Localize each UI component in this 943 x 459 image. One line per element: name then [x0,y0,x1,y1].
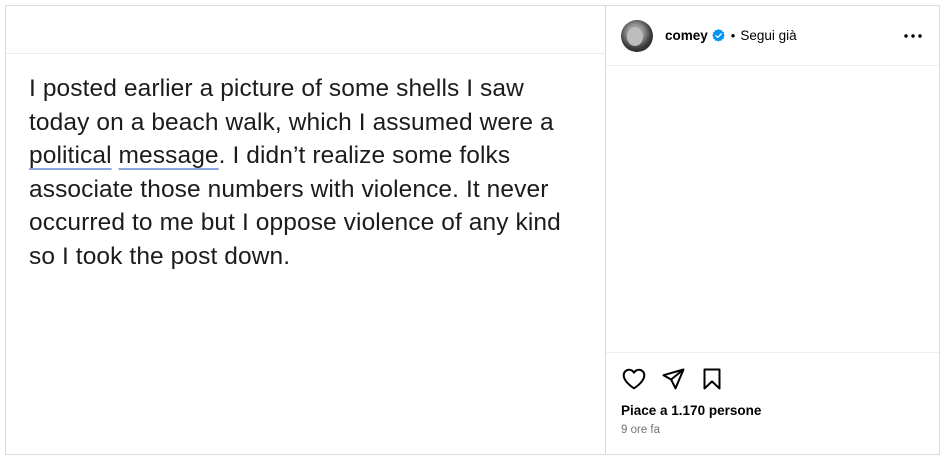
action-bar [621,365,923,393]
post-image[interactable]: I posted earlier a picture of some shell… [6,6,606,454]
post-footer: Piace a 1.170 persone 9 ore fa [606,352,939,454]
post-header: comey • Segui già [606,6,939,66]
post-card: I posted earlier a picture of some shell… [5,5,940,455]
following-button[interactable]: Segui già [740,28,796,43]
avatar-face [627,26,643,46]
image-text-segment: I posted earlier a picture of some shell… [29,75,554,136]
image-text-underlined-segment: message [118,142,219,169]
share-icon[interactable] [660,366,686,392]
heart-icon[interactable] [621,366,647,392]
verified-badge-icon [711,29,725,42]
avatar[interactable] [621,19,653,52]
post-sidebar: comey • Segui già Piace a 1.170 persone … [606,6,939,454]
separator-dot: • [730,28,736,43]
bookmark-icon[interactable] [699,366,725,392]
image-top-band [6,6,605,54]
image-text-underlined-segment: political [29,142,112,169]
image-text-segment [112,142,119,169]
image-text: I posted earlier a picture of some shell… [29,72,589,273]
likes-count[interactable]: Piace a 1.170 persone [621,403,923,418]
post-timestamp[interactable]: 9 ore fa [621,424,923,436]
comments-area [606,66,939,352]
username[interactable]: comey [665,28,708,43]
more-horizontal-icon[interactable] [901,24,925,48]
